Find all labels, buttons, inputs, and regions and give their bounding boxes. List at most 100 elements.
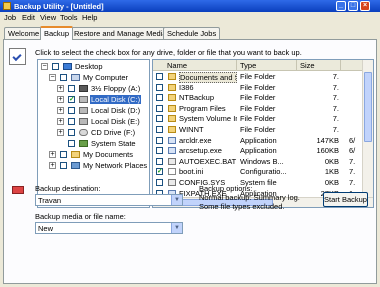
tree-label: My Computer	[83, 73, 129, 82]
tab-backup[interactable]: Backup	[40, 26, 74, 40]
column-header-size[interactable]: Size	[297, 60, 341, 71]
file-checkbox[interactable]	[156, 179, 163, 186]
instruction-text: Click to select the check box for any dr…	[35, 48, 302, 57]
tab-welcome[interactable]: Welcome	[4, 27, 44, 39]
file-checkbox[interactable]	[156, 126, 163, 133]
file-icon	[168, 136, 176, 144]
tree-checkbox[interactable]	[68, 107, 75, 114]
file-row[interactable]: ✓ boot.ini Configuratio... 1KB 7.	[153, 167, 373, 177]
expand-icon[interactable]: +	[57, 85, 64, 92]
menu-job[interactable]: Job	[4, 13, 16, 22]
file-list-vertical-scrollbar[interactable]	[362, 60, 373, 199]
backup-utility-window: Backup Utility - [Untitled] _ □ × Job Ed…	[0, 0, 380, 287]
backup-options-heading: Backup options:	[199, 184, 253, 193]
chevron-down-icon[interactable]: ▼	[171, 195, 182, 205]
file-size: 0KB	[324, 178, 339, 187]
tree-checkbox[interactable]	[68, 85, 75, 92]
backup-media-input[interactable]: New ▼	[35, 222, 183, 234]
scroll-thumb[interactable]	[364, 72, 372, 142]
backup-destination-icon	[12, 186, 24, 194]
file-size: 7.	[332, 125, 339, 134]
tree-label: Local Disk (E:)	[91, 117, 140, 126]
file-checkbox[interactable]	[156, 73, 163, 80]
tree-checkbox[interactable]	[52, 63, 59, 70]
file-icon	[168, 168, 176, 176]
disk-icon	[79, 107, 88, 114]
tree-label: Local Disk (C:)	[90, 95, 142, 104]
file-row[interactable]: NTBackup File Folder 7.	[153, 93, 373, 103]
file-name: arcldr.exe	[179, 135, 212, 145]
collapse-icon[interactable]: −	[41, 63, 48, 70]
tree-checkbox[interactable]	[68, 118, 75, 125]
backup-options: Backup options: Normal backup. Summary l…	[199, 184, 300, 211]
file-checkbox[interactable]	[156, 115, 163, 123]
menu-tools[interactable]: Tools	[60, 13, 78, 22]
backup-destination-select[interactable]: Travan ▼	[35, 194, 183, 206]
file-row[interactable]: I386 File Folder 7.	[153, 82, 373, 93]
file-modified: 6/	[349, 146, 356, 156]
menu-help[interactable]: Help	[82, 13, 97, 22]
file-row[interactable]: Documents and S...File Folder 7.	[153, 72, 373, 83]
expand-icon[interactable]: +	[57, 118, 64, 125]
column-header-modified[interactable]	[341, 60, 364, 71]
column-header-type[interactable]: Type	[237, 60, 297, 71]
file-size: 7.	[332, 114, 339, 124]
file-checkbox[interactable]	[156, 147, 163, 155]
minimize-button[interactable]: _	[336, 1, 346, 11]
file-checkbox[interactable]: ✓	[156, 168, 163, 176]
collapse-icon[interactable]: −	[49, 74, 56, 81]
expand-icon[interactable]: +	[49, 151, 56, 158]
start-backup-button[interactable]: Start Backup	[323, 192, 368, 207]
file-row[interactable]: AUTOEXEC.BAT Windows B... 0KB 7.	[153, 156, 373, 167]
tree-checkbox[interactable]	[60, 74, 67, 81]
computer-icon	[71, 74, 80, 81]
menu-bar: Job Edit View Tools Help	[0, 12, 380, 23]
file-size: 0KB	[324, 156, 339, 166]
file-type: File Folder	[240, 114, 276, 124]
expand-icon[interactable]: +	[57, 129, 64, 136]
tree-label: My Documents	[83, 150, 134, 159]
maximize-button[interactable]: □	[348, 1, 358, 11]
file-icon	[168, 157, 176, 165]
file-name: boot.ini	[179, 167, 204, 177]
folder-icon	[168, 104, 176, 112]
tree-checkbox[interactable]	[68, 129, 75, 136]
file-type: File Folder	[240, 82, 276, 92]
file-type: Application	[240, 135, 277, 145]
menu-view[interactable]: View	[40, 13, 56, 22]
file-row[interactable]: System Volume Inf...File Folder 7.	[153, 114, 373, 124]
tree-checkbox[interactable]	[68, 140, 75, 147]
file-checkbox[interactable]	[156, 104, 163, 112]
tree-checkbox[interactable]	[60, 162, 67, 169]
tab-restore[interactable]: Restore and Manage Media	[70, 27, 171, 39]
title-bar: Backup Utility - [Untitled] _ □ ×	[0, 0, 380, 12]
expand-icon[interactable]: +	[57, 96, 64, 103]
file-checkbox[interactable]	[156, 136, 163, 144]
file-checkbox[interactable]	[156, 157, 163, 165]
menu-edit[interactable]: Edit	[22, 13, 35, 22]
file-type: Application	[240, 146, 277, 156]
tree-checkbox[interactable]	[60, 151, 67, 158]
file-row[interactable]: Program Files File Folder 7.	[153, 103, 373, 114]
file-size: 1KB	[324, 167, 339, 177]
file-size: 7.	[332, 72, 339, 81]
column-header-name[interactable]: Name	[153, 60, 237, 71]
file-type: Windows B...	[240, 156, 284, 166]
chevron-down-icon[interactable]: ▼	[171, 223, 182, 233]
file-row[interactable]: arcsetup.exe Application 160KB 6/	[153, 146, 373, 156]
file-type: Configuratio...	[240, 167, 287, 177]
tree-checkbox[interactable]: ✓	[68, 96, 75, 103]
file-icon	[168, 179, 176, 186]
folder-icon	[168, 73, 176, 80]
file-type: File Folder	[240, 103, 276, 113]
tab-schedule-jobs[interactable]: Schedule Jobs	[163, 27, 221, 39]
close-button[interactable]: ×	[360, 1, 370, 11]
file-checkbox[interactable]	[156, 94, 163, 102]
file-name: AUTOEXEC.BAT	[179, 156, 237, 166]
file-row[interactable]: arcldr.exe Application 147KB 6/	[153, 135, 373, 146]
expand-icon[interactable]: +	[49, 162, 56, 169]
desktop-icon	[63, 63, 72, 70]
file-checkbox[interactable]	[156, 83, 163, 91]
file-row[interactable]: WINNT File Folder 7.	[153, 125, 373, 135]
expand-icon[interactable]: +	[57, 107, 64, 114]
